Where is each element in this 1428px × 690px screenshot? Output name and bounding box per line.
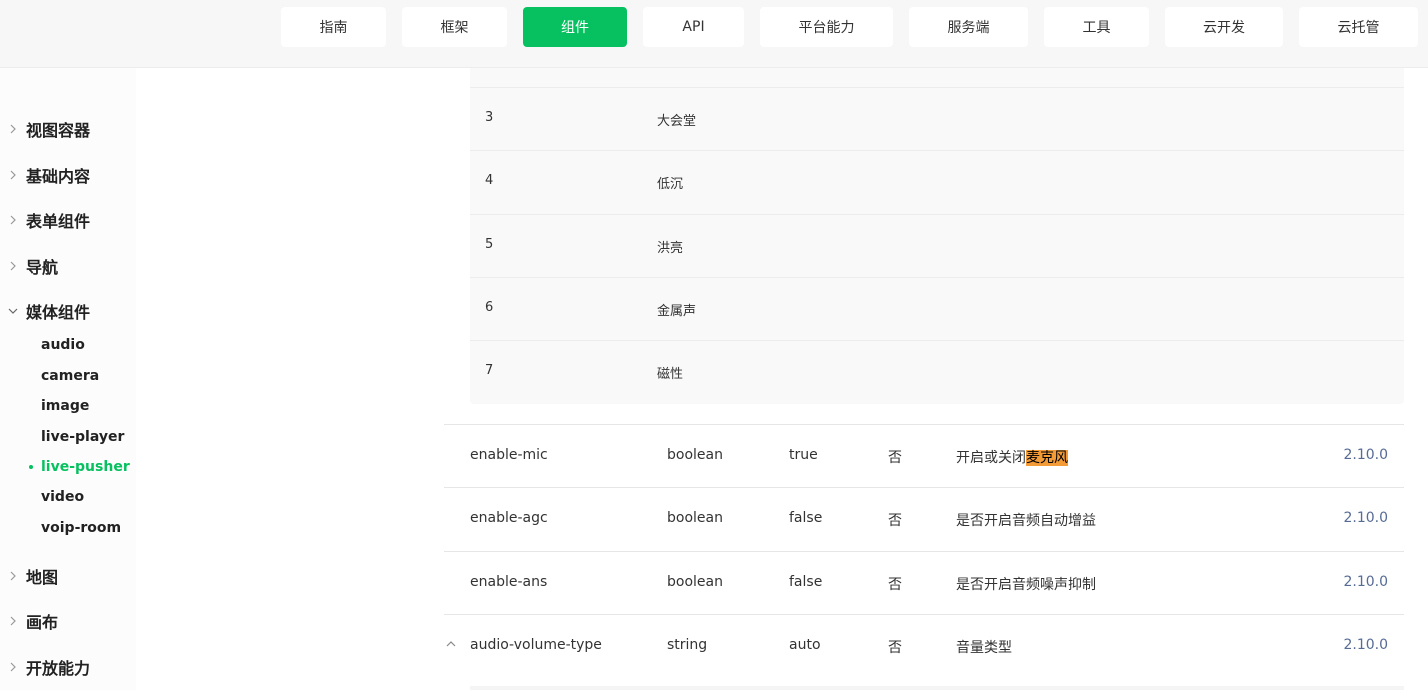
value-subtable: 3 大会堂 4 低沉 5 洪亮 6 金属声 7 磁性 (470, 68, 1404, 404)
sidebar-subitem-video[interactable]: video (41, 484, 84, 510)
prop-default: auto (789, 637, 821, 653)
main-content: 3 大会堂 4 低沉 5 洪亮 6 金属声 7 磁性 enable-mic bo… (306, 68, 1428, 690)
sidebar-subitem-camera[interactable]: camera (41, 363, 99, 389)
prop-name: enable-mic (470, 447, 548, 463)
prop-required: 否 (888, 640, 902, 656)
nav-tab-server[interactable]: 服务端 (909, 7, 1028, 47)
desc-cell: 金属声 (657, 304, 697, 319)
version-link[interactable]: 2.10.0 (1343, 637, 1388, 653)
chevron-down-icon (0, 307, 26, 315)
prop-name: enable-ans (470, 574, 548, 590)
value-cell: 6 (485, 300, 494, 315)
prop-type: string (667, 637, 708, 653)
desc-cell: 洪亮 (657, 241, 684, 256)
prop-description: 开启或关闭麦克风 (956, 447, 1068, 467)
sidebar-item-label: 表单组件 (26, 212, 91, 231)
nav-tab-cloud-hosting[interactable]: 云托管 (1299, 7, 1418, 47)
prop-default: true (789, 447, 818, 463)
sidebar-item-label: 开放能力 (26, 659, 91, 678)
sidebar-item-view-container[interactable]: 视图容器 (0, 114, 200, 144)
sidebar-item-label: 地图 (26, 568, 59, 587)
sidebar: 视图容器 基础内容 表单组件 导航 媒体组件 audio camera imag… (0, 68, 306, 690)
prop-type: boolean (667, 447, 723, 463)
prop-required: 否 (888, 450, 902, 466)
sidebar-item-navigation[interactable]: 导航 (0, 251, 200, 281)
chevron-right-icon (0, 571, 26, 581)
version-link[interactable]: 2.10.0 (1343, 574, 1388, 590)
value-cell: 4 (485, 173, 494, 188)
prop-name: audio-volume-type (470, 637, 602, 653)
sidebar-item-canvas[interactable]: 画布 (0, 606, 200, 636)
nav-tab-api[interactable]: API (643, 7, 744, 47)
prop-description: 是否开启音频噪声抑制 (956, 577, 1096, 593)
nav-tab-framework[interactable]: 框架 (402, 7, 507, 47)
value-cell: 3 (485, 110, 494, 125)
sidebar-item-media-components[interactable]: 媒体组件 (0, 296, 200, 326)
sidebar-item-map[interactable]: 地图 (0, 561, 200, 591)
chevron-right-icon (0, 170, 26, 180)
active-dot-icon (29, 465, 33, 469)
chevron-right-icon (0, 124, 26, 134)
desc-cell: 低沉 (657, 177, 684, 192)
sidebar-subitem-label: live-pusher (41, 459, 130, 475)
prop-required: 否 (888, 513, 902, 529)
table-row: 7 磁性 (470, 340, 1404, 404)
sidebar-subitem-audio[interactable]: audio (41, 332, 85, 358)
chevron-right-icon (0, 215, 26, 225)
chevron-right-icon (0, 616, 26, 626)
prop-required: 否 (888, 577, 902, 593)
sidebar-subitem-live-player[interactable]: live-player (41, 424, 124, 450)
chevron-right-icon (0, 261, 26, 271)
nav-tab-cloud-dev[interactable]: 云开发 (1165, 7, 1283, 47)
top-nav-bar: 指南 框架 组件 API 平台能力 服务端 工具 云开发 云托管 (0, 0, 1428, 68)
sidebar-item-label: 基础内容 (26, 167, 91, 186)
table-row: audio-volume-type string auto 否 音量类型 2.1… (444, 614, 1404, 678)
prop-type: boolean (667, 574, 723, 590)
nav-tab-components[interactable]: 组件 (523, 7, 627, 47)
nav-tab-tools[interactable]: 工具 (1044, 7, 1149, 47)
subtable-edge (470, 686, 1404, 690)
chevron-right-icon (0, 662, 26, 672)
search-highlight: 麦克风 (1026, 450, 1068, 466)
table-row: 5 洪亮 (470, 214, 1404, 278)
prop-description: 是否开启音频自动增益 (956, 513, 1096, 529)
desc-cell: 磁性 (657, 367, 684, 382)
desc-cell: 大会堂 (657, 114, 697, 129)
version-link[interactable]: 2.10.0 (1343, 447, 1388, 463)
sidebar-item-form-components[interactable]: 表单组件 (0, 205, 200, 235)
sidebar-item-label: 导航 (26, 258, 59, 277)
table-row: enable-mic boolean true 否 开启或关闭麦克风 2.10.… (444, 424, 1404, 488)
table-row: 6 金属声 (470, 277, 1404, 341)
version-link[interactable]: 2.10.0 (1343, 510, 1388, 526)
table-row: enable-agc boolean false 否 是否开启音频自动增益 2.… (444, 487, 1404, 551)
desc-text: 开启或关闭 (956, 450, 1026, 466)
sidebar-subitem-image[interactable]: image (41, 393, 89, 419)
sidebar-item-label: 视图容器 (26, 121, 91, 140)
table-row: 3 大会堂 (470, 87, 1404, 151)
sidebar-item-basic-content[interactable]: 基础内容 (0, 160, 200, 190)
sidebar-item-open-capabilities[interactable]: 开放能力 (0, 652, 200, 682)
nav-tab-platform[interactable]: 平台能力 (760, 7, 893, 47)
prop-default: false (789, 574, 823, 590)
sidebar-subitem-voip-room[interactable]: voip-room (41, 515, 121, 541)
sidebar-item-label: 媒体组件 (26, 303, 91, 322)
table-row: enable-ans boolean false 否 是否开启音频噪声抑制 2.… (444, 551, 1404, 615)
value-cell: 5 (485, 237, 494, 252)
prop-description: 音量类型 (956, 640, 1012, 656)
table-row: 4 低沉 (470, 150, 1404, 214)
value-cell: 7 (485, 363, 494, 378)
prop-default: false (789, 510, 823, 526)
nav-tab-guide[interactable]: 指南 (281, 7, 386, 47)
prop-name: enable-agc (470, 510, 548, 526)
prop-type: boolean (667, 510, 723, 526)
chevron-up-icon[interactable] (444, 637, 458, 651)
sidebar-subitem-live-pusher[interactable]: live-pusher (29, 454, 130, 480)
sidebar-item-label: 画布 (26, 613, 59, 632)
